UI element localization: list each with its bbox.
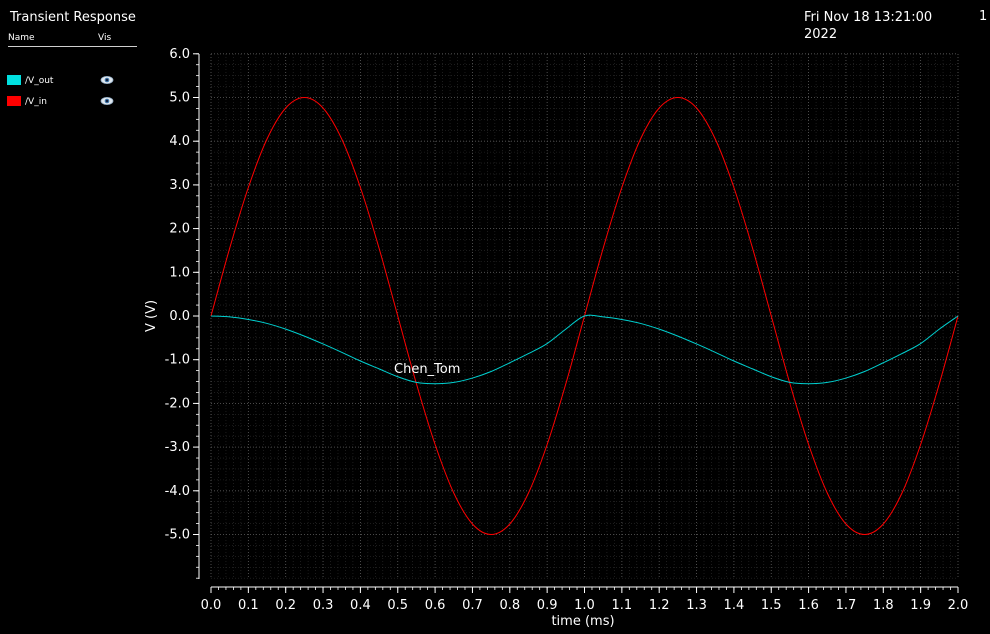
y-axis-label: V (V)	[144, 300, 159, 332]
y-tick-label: 6.0	[169, 47, 190, 62]
x-tick-label: 1.6	[798, 598, 819, 613]
x-tick-label: 1.3	[686, 598, 707, 613]
x-axis-label: time (ms)	[551, 614, 614, 629]
x-tick-label: 2.0	[948, 598, 969, 613]
x-tick-label: 1.1	[612, 598, 633, 613]
x-tick-label: 1.0	[574, 598, 595, 613]
x-tick-label: 0.4	[350, 598, 371, 613]
annotation-label: Chen_Tom	[394, 362, 460, 377]
x-tick-label: 1.9	[910, 598, 931, 613]
x-tick-label: 0.9	[537, 598, 558, 613]
y-tick-label: -5.0	[165, 528, 190, 543]
y-tick-label: -1.0	[165, 353, 190, 368]
x-tick-label: 1.8	[873, 598, 894, 613]
x-tick-label: 1.7	[836, 598, 857, 613]
y-tick-label: 0.0	[169, 309, 190, 324]
y-tick-label: 2.0	[169, 222, 190, 237]
y-tick-label: -2.0	[165, 396, 190, 411]
x-tick-label: 1.2	[649, 598, 670, 613]
x-tick-label: 0.0	[201, 598, 222, 613]
y-tick-label: 3.0	[169, 178, 190, 193]
x-tick-label: 0.3	[313, 598, 334, 613]
x-tick-label: 0.6	[425, 598, 446, 613]
y-tick-label: 5.0	[169, 91, 190, 106]
series-line-v-out	[210, 314, 959, 385]
x-tick-label: 0.1	[238, 598, 259, 613]
x-tick-label: 1.4	[724, 598, 745, 613]
plot-area[interactable]: 6.0 5.0 4.0 3.0 2.0 1.0 0.0 -1.0 -2.0 -3.0 -4.0 -5.…	[0, 0, 990, 634]
y-tick-label: -4.0	[165, 484, 190, 499]
x-tick-label: 1.5	[761, 598, 782, 613]
y-tick-label: -3.0	[165, 440, 190, 455]
x-tick-label: 0.7	[462, 598, 483, 613]
x-tick-label: 0.8	[499, 598, 520, 613]
x-tick-label: 0.2	[275, 598, 296, 613]
x-tick-label: 0.5	[387, 598, 408, 613]
y-tick-label: 1.0	[169, 265, 190, 280]
y-tick-label: 4.0	[169, 134, 190, 149]
